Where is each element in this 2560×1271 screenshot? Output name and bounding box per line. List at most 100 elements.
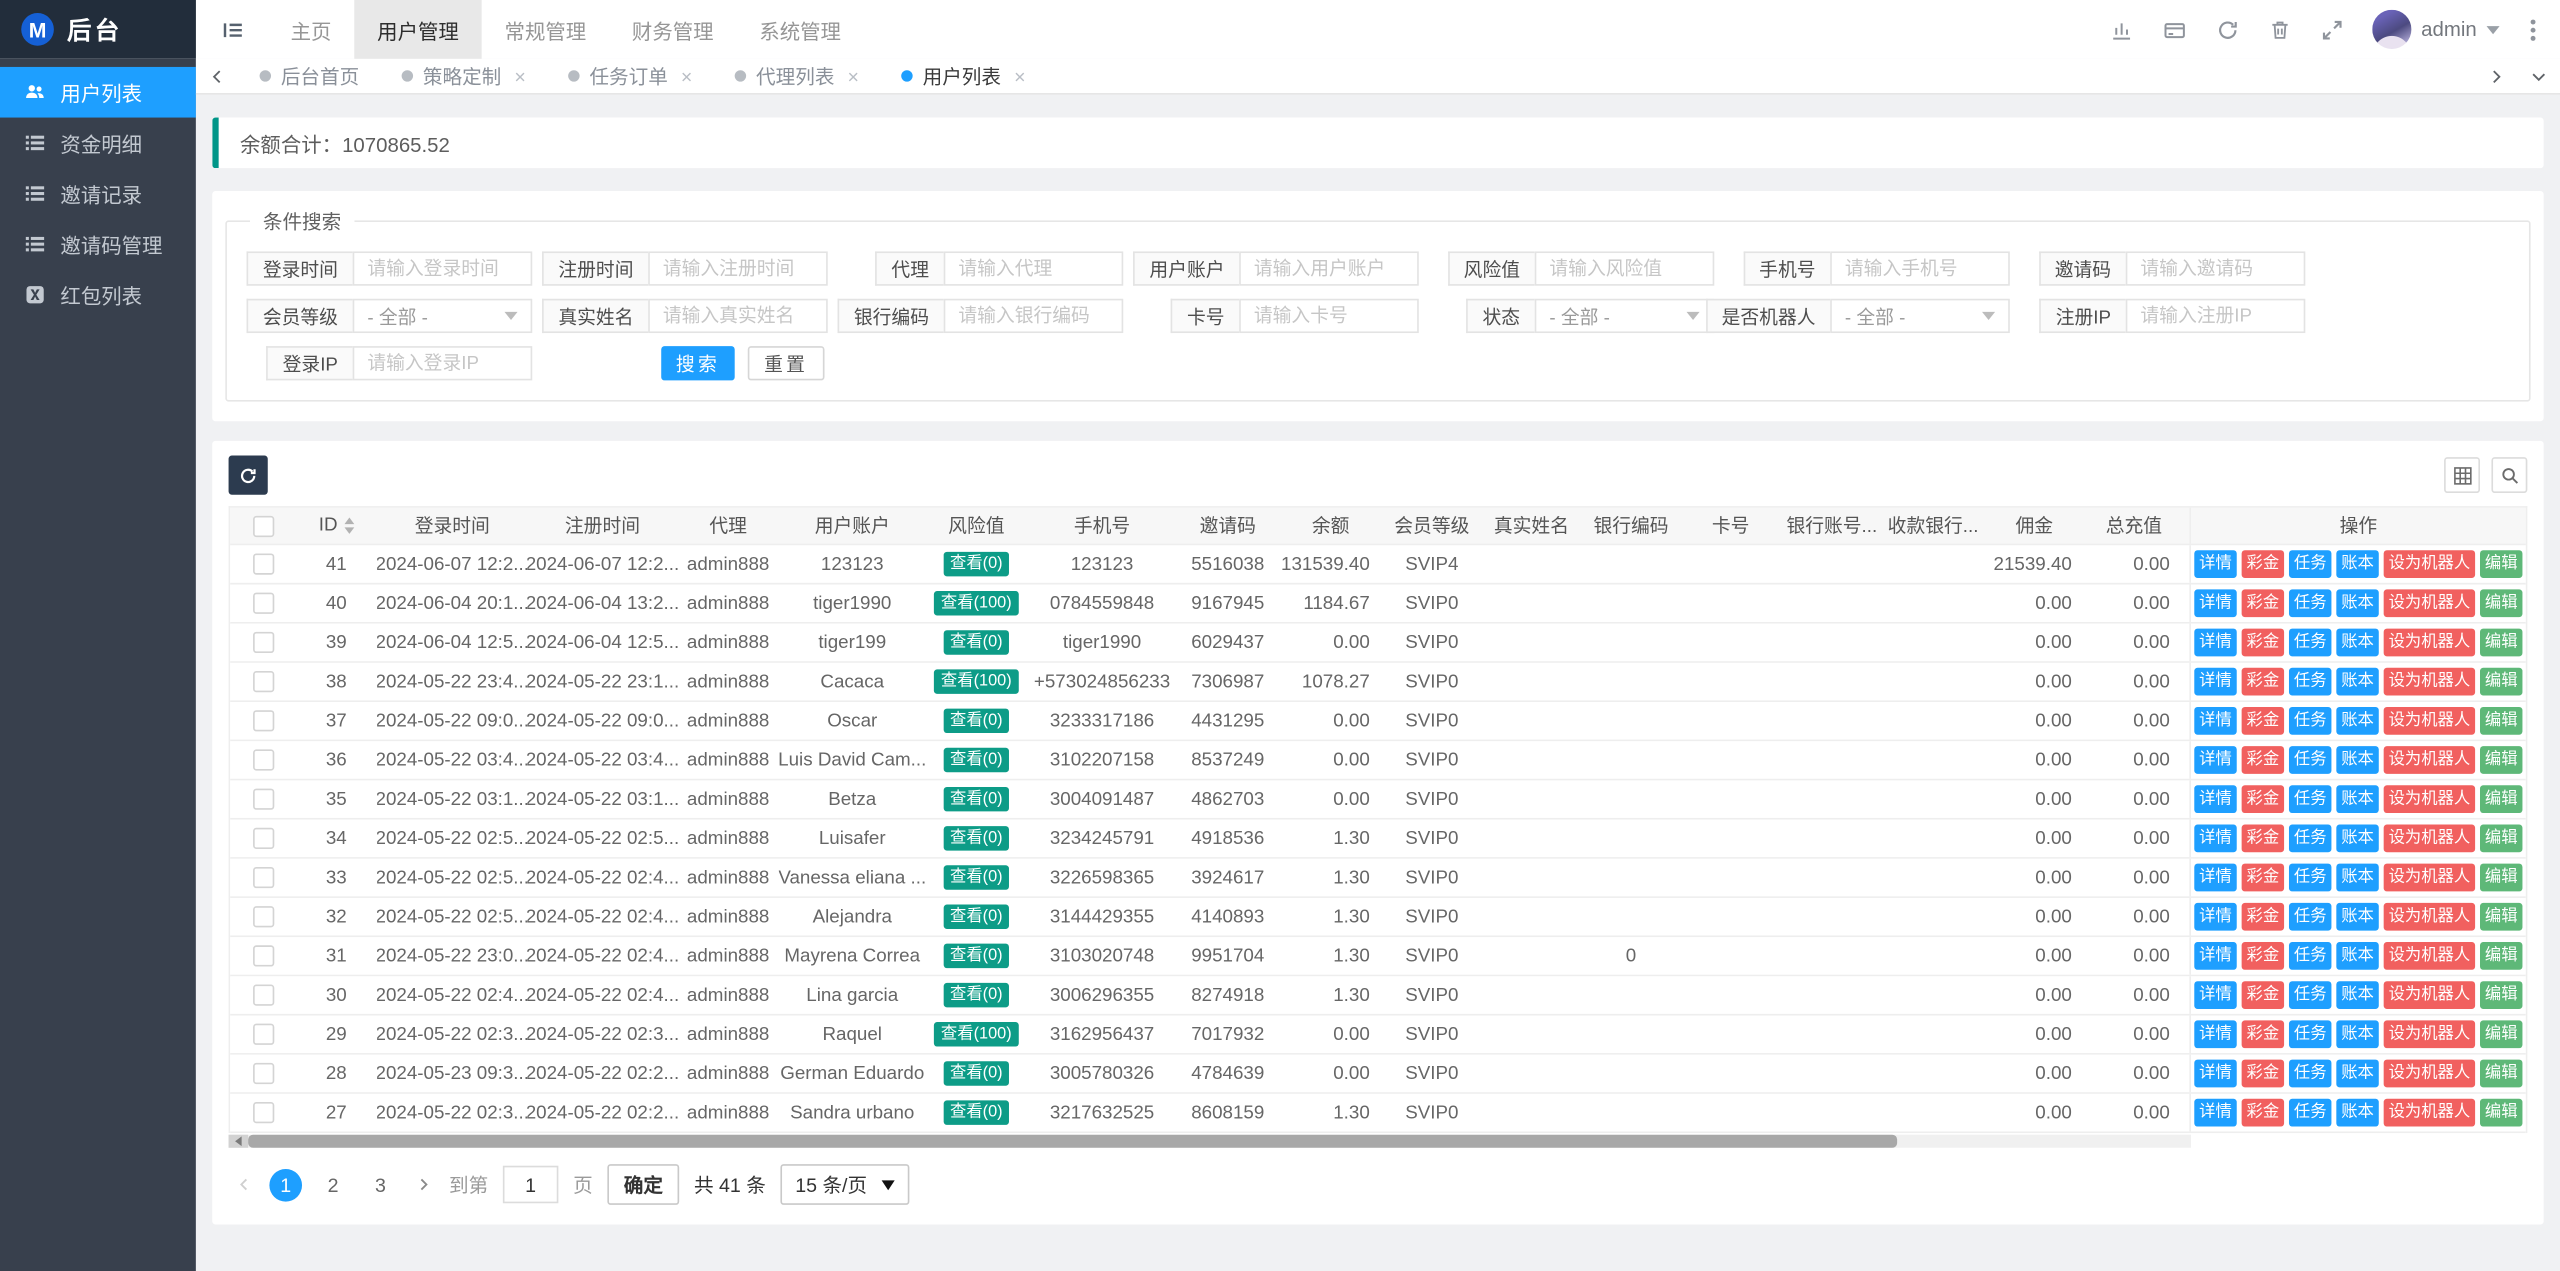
detail-button[interactable]: 详情 bbox=[2194, 785, 2237, 814]
detail-button[interactable]: 详情 bbox=[2194, 1059, 2237, 1088]
nav-item-4[interactable]: 系统管理 bbox=[736, 0, 863, 59]
search-table-icon[interactable] bbox=[2491, 457, 2528, 494]
detail-button[interactable]: 详情 bbox=[2194, 863, 2237, 892]
set-robot-button[interactable]: 设为机器人 bbox=[2383, 1098, 2476, 1127]
row-checkbox[interactable] bbox=[252, 749, 274, 771]
task-button[interactable]: 任务 bbox=[2288, 628, 2332, 657]
task-button[interactable]: 任务 bbox=[2288, 1059, 2332, 1088]
search-field-input[interactable] bbox=[1534, 251, 1715, 286]
edit-button[interactable]: 编辑 bbox=[2480, 589, 2523, 618]
edit-button[interactable]: 编辑 bbox=[2480, 942, 2523, 970]
risk-view-badge[interactable]: 查看(100) bbox=[934, 591, 1019, 616]
set-robot-button[interactable]: 设为机器人 bbox=[2383, 1059, 2476, 1088]
detail-button[interactable]: 详情 bbox=[2194, 746, 2237, 774]
set-robot-button[interactable]: 设为机器人 bbox=[2383, 785, 2476, 814]
page-size-select[interactable]: 15 条/页 bbox=[780, 1164, 910, 1205]
search-field-input[interactable] bbox=[2125, 251, 2306, 286]
tab-close-icon[interactable]: × bbox=[681, 66, 692, 86]
set-robot-button[interactable]: 设为机器人 bbox=[2383, 942, 2476, 970]
row-checkbox[interactable] bbox=[252, 984, 274, 1006]
bonus-button[interactable]: 彩金 bbox=[2241, 981, 2285, 1009]
search-field-select[interactable]: - 全部 - bbox=[352, 298, 533, 334]
risk-view-badge[interactable]: 查看(0) bbox=[943, 943, 1010, 969]
next-page-icon[interactable] bbox=[411, 1176, 434, 1194]
ledger-button[interactable]: 账本 bbox=[2336, 824, 2379, 853]
column-header-invite_code[interactable]: 邀请码 bbox=[1177, 508, 1278, 544]
column-header-card_no[interactable]: 卡号 bbox=[1680, 508, 1781, 544]
risk-view-badge[interactable]: 查看(0) bbox=[943, 551, 1010, 577]
task-button[interactable]: 任务 bbox=[2288, 1098, 2332, 1127]
bonus-button[interactable]: 彩金 bbox=[2241, 1098, 2285, 1127]
reset-button[interactable]: 重置 bbox=[747, 346, 825, 381]
column-header-account[interactable]: 用户账户 bbox=[779, 508, 926, 544]
risk-view-badge[interactable]: 查看(0) bbox=[943, 747, 1010, 773]
ledger-button[interactable]: 账本 bbox=[2336, 1059, 2379, 1088]
bonus-button[interactable]: 彩金 bbox=[2241, 706, 2285, 735]
column-header-total_recharge[interactable]: 总充值 bbox=[2085, 508, 2183, 544]
set-robot-button[interactable]: 设为机器人 bbox=[2383, 863, 2476, 892]
set-robot-button[interactable]: 设为机器人 bbox=[2383, 706, 2476, 735]
ledger-button[interactable]: 账本 bbox=[2336, 706, 2379, 735]
row-checkbox[interactable] bbox=[252, 1023, 274, 1045]
refresh-icon[interactable] bbox=[2215, 17, 2239, 41]
bonus-button[interactable]: 彩金 bbox=[2241, 1020, 2285, 1049]
set-robot-button[interactable]: 设为机器人 bbox=[2383, 1020, 2476, 1049]
task-button[interactable]: 任务 bbox=[2288, 902, 2332, 931]
row-checkbox[interactable] bbox=[252, 1062, 274, 1085]
risk-view-badge[interactable]: 查看(0) bbox=[943, 1100, 1010, 1125]
row-checkbox[interactable] bbox=[252, 945, 274, 967]
risk-view-badge[interactable]: 查看(0) bbox=[943, 630, 1010, 655]
tab-1[interactable]: 策略定制 × bbox=[380, 59, 547, 93]
card-icon[interactable] bbox=[2162, 17, 2188, 41]
tab-0[interactable]: 后台首页 bbox=[238, 59, 380, 93]
columns-grid-icon[interactable] bbox=[2444, 457, 2480, 494]
ledger-button[interactable]: 账本 bbox=[2336, 863, 2379, 892]
horizontal-scrollbar[interactable] bbox=[228, 1134, 2192, 1148]
page-button-3[interactable]: 3 bbox=[364, 1168, 397, 1201]
detail-button[interactable]: 详情 bbox=[2194, 667, 2237, 696]
edit-button[interactable]: 编辑 bbox=[2480, 628, 2523, 657]
tab-2[interactable]: 任务订单 × bbox=[547, 59, 714, 93]
edit-button[interactable]: 编辑 bbox=[2480, 1020, 2523, 1049]
edit-button[interactable]: 编辑 bbox=[2480, 706, 2523, 735]
bonus-button[interactable]: 彩金 bbox=[2241, 902, 2285, 931]
risk-view-badge[interactable]: 查看(100) bbox=[934, 1022, 1019, 1047]
edit-button[interactable]: 编辑 bbox=[2480, 1059, 2523, 1088]
select-all-checkbox[interactable] bbox=[252, 515, 274, 537]
row-checkbox[interactable] bbox=[252, 710, 274, 732]
bonus-button[interactable]: 彩金 bbox=[2241, 785, 2285, 814]
tab-close-icon[interactable]: × bbox=[847, 66, 858, 86]
search-field-input[interactable] bbox=[943, 298, 1124, 334]
set-robot-button[interactable]: 设为机器人 bbox=[2383, 902, 2476, 931]
risk-view-badge[interactable]: 查看(100) bbox=[934, 669, 1019, 694]
tab-4[interactable]: 用户列表 × bbox=[880, 59, 1047, 93]
edit-button[interactable]: 编辑 bbox=[2480, 902, 2523, 931]
tabs-menu-icon[interactable] bbox=[2518, 59, 2560, 93]
detail-button[interactable]: 详情 bbox=[2194, 981, 2237, 1009]
search-button[interactable]: 搜索 bbox=[661, 346, 735, 381]
set-robot-button[interactable]: 设为机器人 bbox=[2383, 589, 2476, 618]
column-header-risk[interactable]: 风险值 bbox=[926, 508, 1027, 544]
search-field-input[interactable] bbox=[1239, 298, 1419, 334]
scroll-left-arrow-icon[interactable] bbox=[228, 1134, 249, 1148]
page-button-2[interactable]: 2 bbox=[317, 1168, 350, 1201]
set-robot-button[interactable]: 设为机器人 bbox=[2383, 824, 2476, 853]
goto-page-input[interactable] bbox=[502, 1165, 559, 1204]
risk-view-badge[interactable]: 查看(0) bbox=[943, 708, 1010, 734]
risk-view-badge[interactable]: 查看(0) bbox=[943, 904, 1010, 929]
detail-button[interactable]: 详情 bbox=[2194, 589, 2237, 618]
row-checkbox[interactable] bbox=[252, 827, 274, 849]
risk-view-badge[interactable]: 查看(0) bbox=[943, 982, 1010, 1008]
task-button[interactable]: 任务 bbox=[2288, 863, 2332, 892]
user-menu[interactable]: admin bbox=[2372, 9, 2500, 49]
detail-button[interactable]: 详情 bbox=[2194, 942, 2237, 970]
task-button[interactable]: 任务 bbox=[2288, 706, 2332, 735]
column-header-login_time[interactable]: 登录时间 bbox=[377, 508, 527, 544]
trash-icon[interactable] bbox=[2268, 17, 2292, 41]
ledger-button[interactable]: 账本 bbox=[2336, 981, 2379, 1009]
sidebar-item-2[interactable]: 邀请记录 bbox=[0, 168, 196, 219]
nav-item-1[interactable]: 用户管理 bbox=[354, 0, 482, 59]
column-header-reg_time[interactable]: 注册时间 bbox=[527, 508, 677, 544]
detail-button[interactable]: 详情 bbox=[2194, 824, 2237, 853]
ledger-button[interactable]: 账本 bbox=[2336, 746, 2379, 774]
